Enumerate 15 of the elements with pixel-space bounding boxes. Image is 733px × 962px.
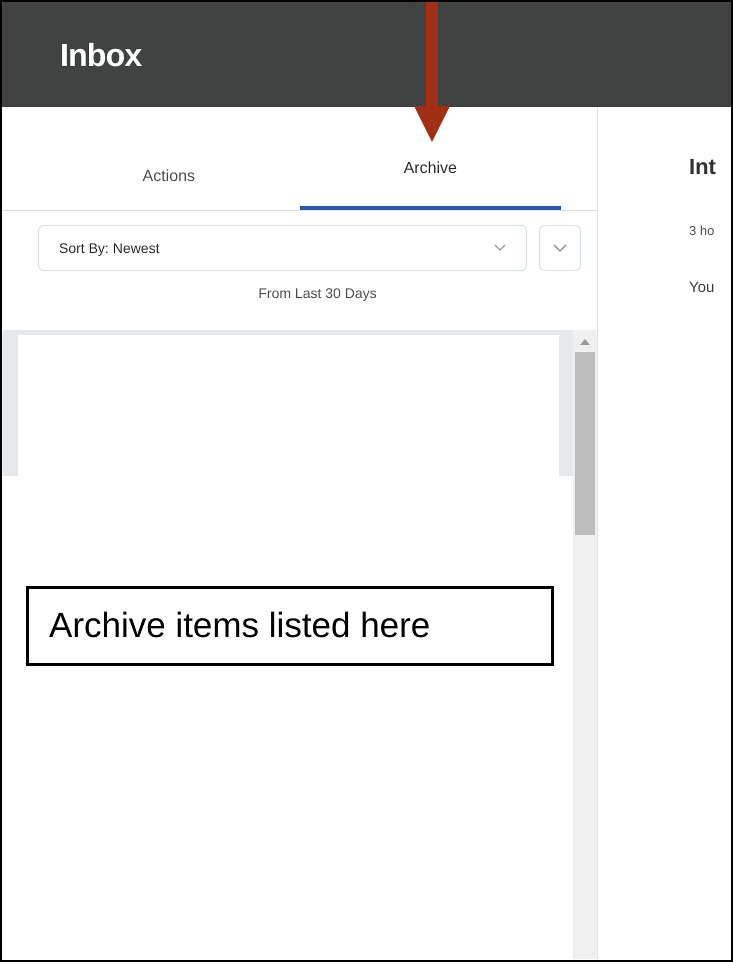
chevron-down-icon — [553, 244, 567, 252]
sort-dropdown[interactable]: Sort By: Newest — [38, 225, 527, 271]
expand-button[interactable] — [539, 225, 581, 271]
tab[interactable]: Archive — [300, 150, 561, 210]
filter-note: From Last 30 Days — [258, 284, 377, 303]
callout-text: Archive items listed here — [49, 604, 430, 647]
detail-title: Int — [689, 153, 717, 181]
chevron-down-icon — [494, 244, 506, 252]
detail-time: 3 ho — [689, 222, 716, 240]
detail-text: You — [689, 278, 716, 298]
scroll-thumb[interactable] — [575, 352, 595, 535]
scroll-up-icon[interactable] — [580, 339, 590, 345]
page-title: Inbox — [60, 36, 142, 74]
scrollbar[interactable] — [573, 330, 597, 960]
tab[interactable]: Actions — [38, 150, 300, 210]
